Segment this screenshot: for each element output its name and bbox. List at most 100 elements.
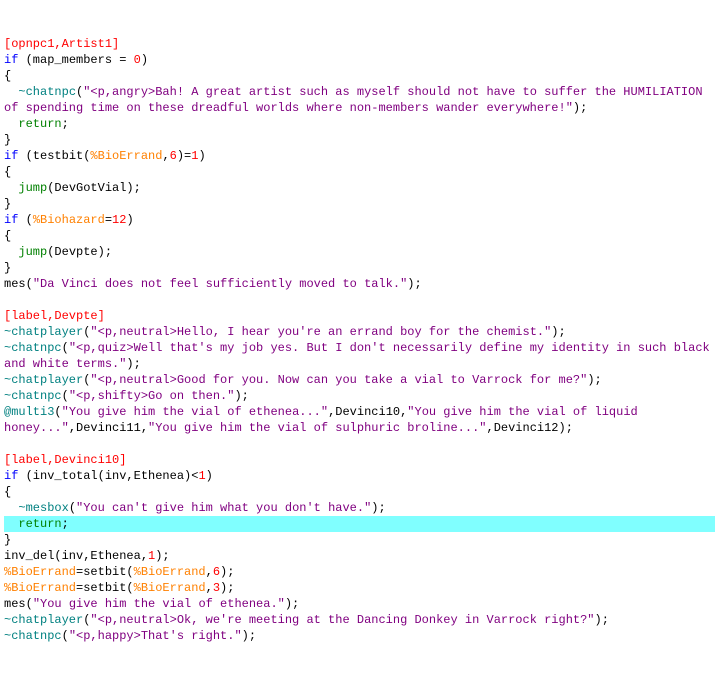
token: ~chatnpc	[4, 389, 62, 403]
token: (DevGotVial);	[47, 181, 141, 195]
token: ~chatplayer	[4, 613, 83, 627]
code-line: if (map_members = 0)	[4, 52, 715, 68]
code-line: {	[4, 68, 715, 84]
token: );	[595, 613, 609, 627]
code-line: if (inv_total(inv,Ethenea)<1)	[4, 468, 715, 484]
token: )	[126, 213, 133, 227]
token: {	[4, 165, 11, 179]
token	[4, 501, 18, 515]
token: ~chatplayer	[4, 325, 83, 339]
token: jump	[18, 181, 47, 195]
token: ,Devinci11,	[69, 421, 148, 435]
token: "<p,neutral>Hello, I hear you're an erra…	[90, 325, 551, 339]
token: (	[62, 629, 69, 643]
code-line: {	[4, 228, 715, 244]
token	[4, 117, 18, 131]
code-line: %BioErrand=setbit(%BioErrand,3);	[4, 580, 715, 596]
token: );	[371, 501, 385, 515]
token: jump	[18, 245, 47, 259]
token: (	[83, 613, 90, 627]
token: %BioErrand	[4, 581, 76, 595]
code-line: ~chatnpc("<p,shifty>Go on then.");	[4, 388, 715, 404]
code-line: [label,Devpte]	[4, 308, 715, 324]
token: 6	[213, 565, 220, 579]
token: ,Devinci12);	[487, 421, 573, 435]
token: "You give him the vial of ethenea..."	[62, 405, 328, 419]
code-line: ~mesbox("You can't give him what you don…	[4, 500, 715, 516]
token: {	[4, 485, 11, 499]
code-line: inv_del(inv,Ethenea,1);	[4, 548, 715, 564]
token: }	[4, 133, 11, 147]
code-line: %BioErrand=setbit(%BioErrand,6);	[4, 564, 715, 580]
token: ~mesbox	[18, 501, 68, 515]
code-line: ~chatplayer("<p,neutral>Hello, I hear yo…	[4, 324, 715, 340]
token: );	[234, 389, 248, 403]
code-line: mes("Da Vinci does not feel sufficiently…	[4, 276, 715, 292]
token: );	[587, 373, 601, 387]
code-line	[4, 292, 715, 308]
code-line: {	[4, 484, 715, 500]
token: )	[141, 53, 148, 67]
code-line: }	[4, 260, 715, 276]
token: ,	[206, 581, 213, 595]
code-line: if (%Biohazard=12)	[4, 212, 715, 228]
code-line: {	[4, 164, 715, 180]
token: =setbit(	[76, 581, 134, 595]
token: return	[18, 517, 61, 531]
token: 6	[170, 149, 177, 163]
code-line: }	[4, 196, 715, 212]
token: @multi3	[4, 405, 54, 419]
token	[4, 181, 18, 195]
token: "Da Vinci does not feel sufficiently mov…	[33, 277, 407, 291]
token: ,	[162, 149, 169, 163]
token: );	[155, 549, 169, 563]
token: }	[4, 261, 11, 275]
code-line: }	[4, 532, 715, 548]
code-line: ~chatnpc("<p,happy>That's right.");	[4, 628, 715, 644]
token: );	[220, 581, 234, 595]
token: %BioErrand	[134, 565, 206, 579]
token: ,Devinci10,	[328, 405, 407, 419]
token: mes(	[4, 597, 33, 611]
token: (Devpte);	[47, 245, 112, 259]
token: {	[4, 229, 11, 243]
token: (testbit(	[18, 149, 90, 163]
token: (	[62, 341, 69, 355]
token: %BioErrand	[134, 581, 206, 595]
token	[4, 245, 18, 259]
token: 0	[134, 53, 141, 67]
token: %BioErrand	[90, 149, 162, 163]
token: "<p,shifty>Go on then."	[69, 389, 235, 403]
token: "You can't give him what you don't have.…	[76, 501, 371, 515]
token: );	[285, 597, 299, 611]
code-line: ~chatplayer("<p,neutral>Good for you. No…	[4, 372, 715, 388]
token: {	[4, 69, 11, 83]
token: =	[105, 213, 112, 227]
token: )	[198, 149, 205, 163]
code-line: ~chatnpc("<p,angry>Bah! A great artist s…	[4, 84, 715, 116]
token: "<p,quiz>Well that's my job yes. But I d…	[4, 341, 717, 371]
token: }	[4, 197, 11, 211]
token: ~chatnpc	[18, 85, 76, 99]
token: if	[4, 149, 18, 163]
token: return	[18, 117, 61, 131]
token: 12	[112, 213, 126, 227]
token: %Biohazard	[33, 213, 105, 227]
token: "<p,angry>Bah! A great artist such as my…	[4, 85, 710, 115]
code-line: }	[4, 132, 715, 148]
code-line: jump(DevGotVial);	[4, 180, 715, 196]
token: "You give him the vial of sulphuric brol…	[148, 421, 486, 435]
token: ;	[62, 117, 69, 131]
code-line: mes("You give him the vial of ethenea.")…	[4, 596, 715, 612]
token: %BioErrand	[4, 565, 76, 579]
token: 1	[198, 469, 205, 483]
token: )	[206, 469, 213, 483]
code-block: [opnpc1,Artist1]if (map_members = 0){ ~c…	[4, 36, 715, 644]
token: "<p,neutral>Good for you. Now can you ta…	[90, 373, 587, 387]
code-line: return;	[4, 116, 715, 132]
token	[126, 53, 133, 67]
token: )	[177, 149, 184, 163]
token: (inv_total(inv,Ethenea)<	[18, 469, 198, 483]
code-line: ~chatnpc("<p,quiz>Well that's my job yes…	[4, 340, 715, 372]
token: (map_members	[18, 53, 119, 67]
